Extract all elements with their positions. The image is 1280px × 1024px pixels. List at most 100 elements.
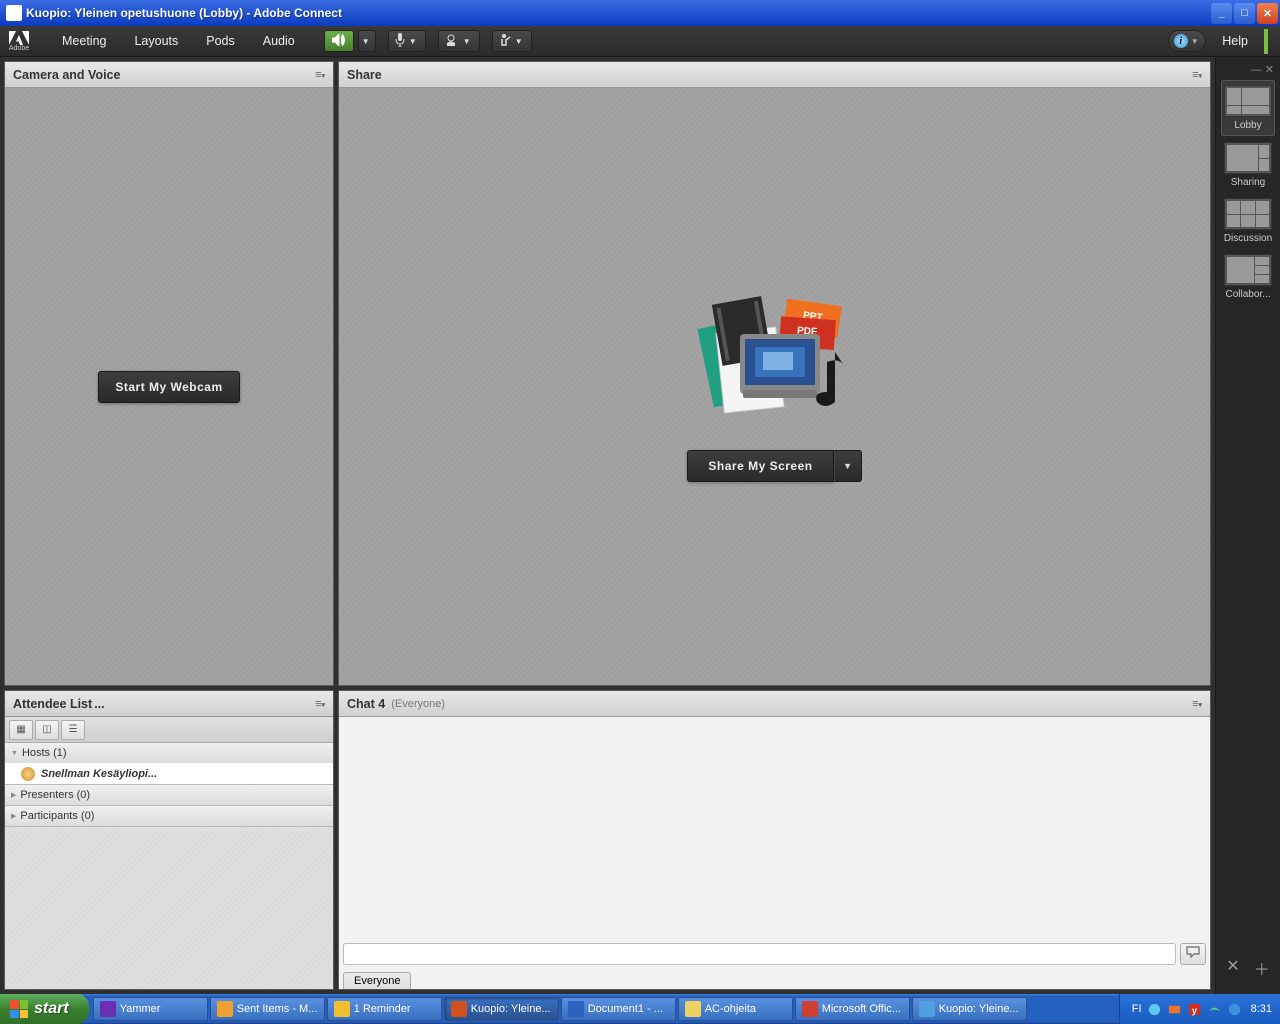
taskbar-item-label: Microsoft Offic... — [822, 1003, 901, 1015]
taskbar-item[interactable]: Microsoft Offic... — [795, 997, 910, 1021]
pod-options-icon[interactable]: ≡▾ — [315, 698, 325, 710]
taskbar-item[interactable]: Kuopio: Yleine... — [912, 997, 1027, 1021]
taskbar-item-icon — [451, 1001, 467, 1017]
expand-icon: ▼ — [11, 750, 18, 757]
speaker-dropdown[interactable]: ▼ — [358, 30, 376, 52]
menu-help[interactable]: Help — [1212, 34, 1258, 48]
attendee-item[interactable]: Snellman Kesäyliopi... — [5, 763, 333, 784]
speaker-button[interactable] — [324, 30, 354, 52]
system-tray: FI y 8:31 — [1119, 994, 1280, 1024]
rail-add-layout-icon[interactable]: ＋ — [1254, 956, 1270, 980]
attendee-pod-title-suffix: ... — [94, 697, 104, 711]
start-webcam-button[interactable]: Start My Webcam — [98, 371, 239, 403]
layouts-rail: — ✕ Lobby Sharing Discussion Collabor...… — [1215, 57, 1280, 994]
speaker-icon — [332, 34, 346, 49]
menu-pods[interactable]: Pods — [192, 26, 249, 56]
rail-close-icon[interactable]: — ✕ — [1251, 63, 1274, 76]
camera-pod-title: Camera and Voice — [13, 68, 120, 82]
rail-close-layouts-icon[interactable]: ✕ — [1226, 956, 1239, 980]
pod-options-icon[interactable]: ≡▾ — [315, 69, 325, 81]
layout-thumb-icon — [1224, 198, 1272, 230]
window-close-button[interactable]: ✕ — [1257, 3, 1278, 24]
svg-text:y: y — [1191, 1005, 1197, 1015]
attendee-toolbar: ▦ ◫ ☰ — [5, 717, 333, 743]
share-pod-header: Share ≡▾ — [339, 62, 1210, 88]
taskbar-item-label: 1 Reminder — [354, 1003, 411, 1015]
window-minimize-button[interactable]: _ — [1211, 3, 1232, 24]
taskbar-item-label: Yammer — [120, 1003, 161, 1015]
tray-language[interactable]: FI — [1132, 1003, 1142, 1015]
attendee-empty-area — [5, 827, 333, 989]
layout-thumb-icon — [1224, 142, 1272, 174]
tray-icon[interactable] — [1227, 1002, 1242, 1017]
attendee-view-button-1[interactable]: ▦ — [9, 720, 33, 740]
taskbar-item[interactable]: 1 Reminder — [327, 997, 442, 1021]
taskbar-item[interactable]: Kuopio: Yleine... — [444, 997, 559, 1021]
attendee-view-button-2[interactable]: ◫ — [35, 720, 59, 740]
webcam-button[interactable]: ▼ — [438, 30, 480, 52]
mic-icon — [395, 33, 405, 50]
tray-icon[interactable] — [1207, 1002, 1222, 1017]
menu-layouts[interactable]: Layouts — [120, 26, 192, 56]
chat-pod-title: Chat 4 — [347, 697, 385, 711]
chat-input[interactable] — [343, 943, 1176, 965]
attendee-view-button-3[interactable]: ☰ — [61, 720, 85, 740]
menu-meeting[interactable]: Meeting — [48, 26, 120, 56]
layout-discussion[interactable]: Discussion — [1221, 194, 1275, 248]
attendee-pod-title: Attendee List — [13, 697, 92, 711]
pod-options-icon[interactable]: ≡▾ — [1192, 698, 1202, 710]
taskbar-item[interactable]: Document1 - ... — [561, 997, 676, 1021]
layout-lobby[interactable]: Lobby — [1221, 80, 1275, 136]
raise-hand-icon — [499, 33, 511, 50]
taskbar-item-icon — [685, 1001, 701, 1017]
attendee-participants-header[interactable]: ▶ Participants (0) — [5, 806, 333, 826]
adobe-logo: Adobe — [4, 29, 34, 53]
info-button[interactable]: i ▼ — [1168, 30, 1206, 52]
app-menubar: Adobe Meeting Layouts Pods Audio ▼ ▼ ▼ ▼… — [0, 26, 1280, 57]
chat-bubble-icon — [1186, 945, 1200, 963]
layout-collaboration[interactable]: Collabor... — [1221, 250, 1275, 304]
tray-icon[interactable] — [1167, 1002, 1182, 1017]
attendee-list-pod: Attendee List ... ≡▾ ▦ ◫ ☰ ▼ Hosts (1) — [4, 690, 334, 990]
menu-audio[interactable]: Audio — [249, 26, 309, 56]
taskbar-item-icon — [100, 1001, 116, 1017]
taskbar-item-icon — [217, 1001, 233, 1017]
info-icon: i — [1174, 34, 1188, 48]
chat-tab-everyone[interactable]: Everyone — [343, 972, 411, 989]
raise-hand-button[interactable]: ▼ — [492, 30, 532, 52]
start-button[interactable]: start — [0, 994, 89, 1024]
chat-send-button[interactable] — [1180, 943, 1206, 965]
taskbar-item-label: Document1 - ... — [588, 1003, 663, 1015]
webcam-icon — [445, 34, 459, 49]
taskbar-item[interactable]: AC-ohjeita — [678, 997, 793, 1021]
windows-taskbar: start Yammer Sent Items - M... 1 Reminder K… — [0, 994, 1280, 1024]
mic-button[interactable]: ▼ — [388, 30, 426, 52]
taskbar-item[interactable]: Yammer — [93, 997, 208, 1021]
camera-voice-pod: Camera and Voice ≡▾ Start My Webcam — [4, 61, 334, 686]
window-titlebar: Kuopio: Yleinen opetushuone (Lobby) - Ad… — [0, 0, 1280, 26]
taskbar-item[interactable]: Sent Items - M... — [210, 997, 325, 1021]
pod-options-icon[interactable]: ≡▾ — [1192, 69, 1202, 81]
attendee-presenters-header[interactable]: ▶ Presenters (0) — [5, 785, 333, 805]
tray-icon[interactable] — [1147, 1002, 1162, 1017]
attendee-hosts-header[interactable]: ▼ Hosts (1) — [5, 743, 333, 763]
taskbar-item-icon — [919, 1001, 935, 1017]
tray-clock[interactable]: 8:31 — [1251, 1003, 1272, 1015]
expand-icon: ▶ — [11, 791, 16, 799]
taskbar-items: Yammer Sent Items - M... 1 Reminder Kuopio:… — [89, 994, 1119, 1024]
layout-sharing[interactable]: Sharing — [1221, 138, 1275, 192]
app-icon — [6, 5, 22, 21]
attendee-pod-header: Attendee List ... ≡▾ — [5, 691, 333, 717]
taskbar-item-label: Kuopio: Yleine... — [939, 1003, 1019, 1015]
chat-pod-header: Chat 4 (Everyone) ≡▾ — [339, 691, 1210, 717]
window-maximize-button[interactable]: □ — [1234, 3, 1255, 24]
host-icon — [21, 767, 35, 781]
share-pod-title: Share — [347, 68, 382, 82]
windows-logo-icon — [10, 1000, 28, 1018]
share-screen-dropdown[interactable]: ▼ — [834, 450, 862, 482]
share-screen-button[interactable]: Share My Screen — [687, 450, 833, 482]
share-pod: Share ≡▾ PPT — [338, 61, 1211, 686]
tray-icon[interactable]: y — [1187, 1002, 1202, 1017]
connection-indicator — [1264, 29, 1268, 54]
layout-thumb-icon — [1224, 254, 1272, 286]
